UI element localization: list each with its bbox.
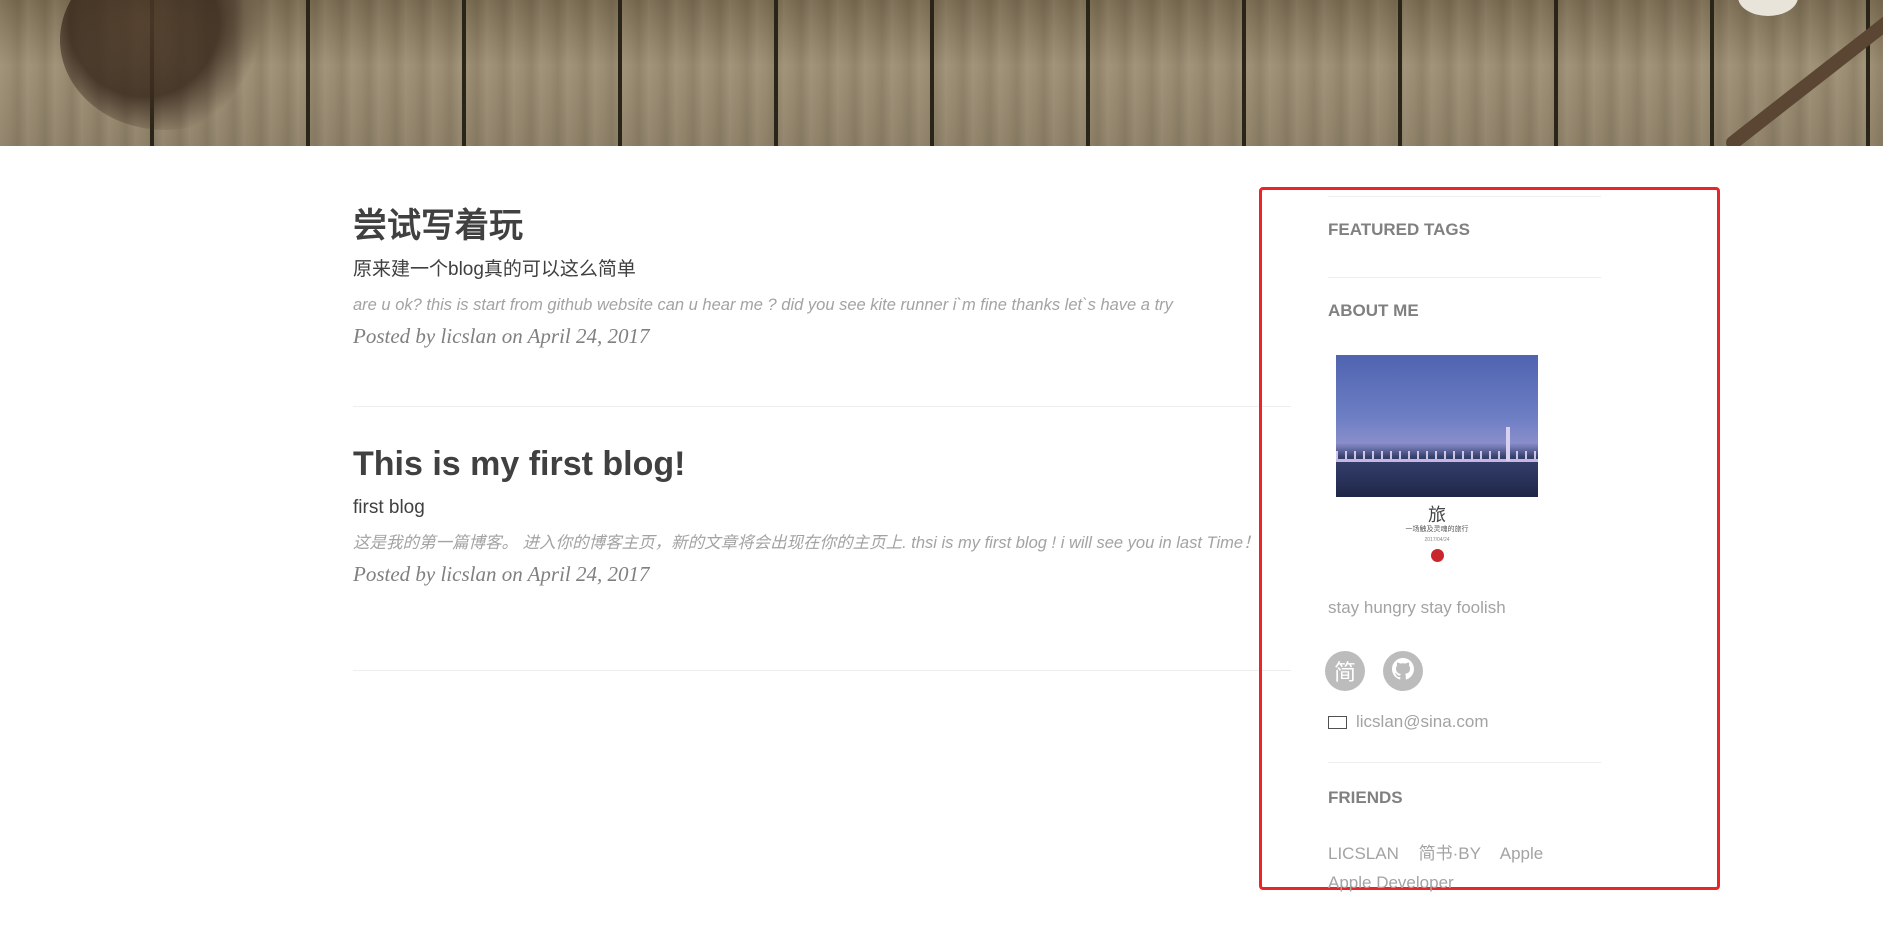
jianshu-icon: 简 [1333, 661, 1356, 686]
post-meta: Posted by licslan on April 24, 2017 [353, 562, 650, 586]
sidebar-divider [1328, 762, 1601, 763]
email-link[interactable]: licslan@sina.com [1328, 712, 1489, 732]
sidebar-divider [1328, 277, 1601, 278]
github-icon [1392, 657, 1414, 685]
jianshu-link[interactable]: 简 [1325, 651, 1365, 691]
post-title[interactable]: This is my first blog! [353, 444, 1291, 484]
friend-link[interactable]: LICSLAN [1328, 844, 1399, 863]
tower [1506, 427, 1510, 461]
about-slogan: stay hungry stay foolish [1328, 598, 1506, 617]
post-subtitle[interactable]: 原来建一个blog真的可以这么简单 [353, 258, 1291, 282]
post-preview[interactable]: This is my first blog! first blog 这是我的第一… [353, 444, 1291, 587]
stone-decoration [1738, 0, 1798, 16]
post-divider [353, 406, 1291, 407]
email-address[interactable]: licslan@sina.com [1356, 712, 1489, 732]
envelope-icon [1328, 715, 1347, 729]
post-excerpt: 这是我的第一篇博客。 进入你的博客主页，新的文章将会出现在你的主页上. thsi… [353, 534, 1260, 552]
friends-heading: FRIENDS [1328, 788, 1403, 807]
about-me-heading: ABOUT ME [1328, 301, 1419, 320]
github-link[interactable] [1383, 651, 1423, 691]
featured-tags-heading: FEATURED TAGS [1328, 220, 1470, 239]
pinecone-decoration [60, 0, 270, 130]
friend-link[interactable]: 简书·BY [1419, 844, 1481, 863]
avatar: 旅 一场触及灵魂的旅行 2017/04/24 [1336, 355, 1538, 573]
post-title[interactable]: 尝试写着玩 [353, 206, 1291, 246]
post-meta: Posted by licslan on April 24, 2017 [353, 324, 650, 348]
post-preview[interactable]: 尝试写着玩 原来建一个blog真的可以这么简单 are u ok? this i… [353, 206, 1291, 349]
seal-icon [1431, 549, 1444, 562]
post-subtitle[interactable]: first blog [353, 496, 1291, 520]
post-excerpt: are u ok? this is start from github webs… [353, 296, 1173, 314]
friends-list: LICSLAN 简书·BY Apple Apple Developer [1328, 839, 1601, 897]
avatar-date: 2017/04/24 [1424, 537, 1450, 543]
avatar-caption: 一场触及灵魂的旅行 [1405, 526, 1469, 533]
avatar-photo [1336, 355, 1538, 497]
sidebar-divider [1328, 196, 1601, 197]
friend-link[interactable]: Apple Developer [1328, 873, 1454, 892]
header-banner [0, 0, 1883, 146]
post-divider [353, 670, 1291, 671]
friend-link[interactable]: Apple [1500, 844, 1543, 863]
twig-decoration [1723, 0, 1883, 146]
